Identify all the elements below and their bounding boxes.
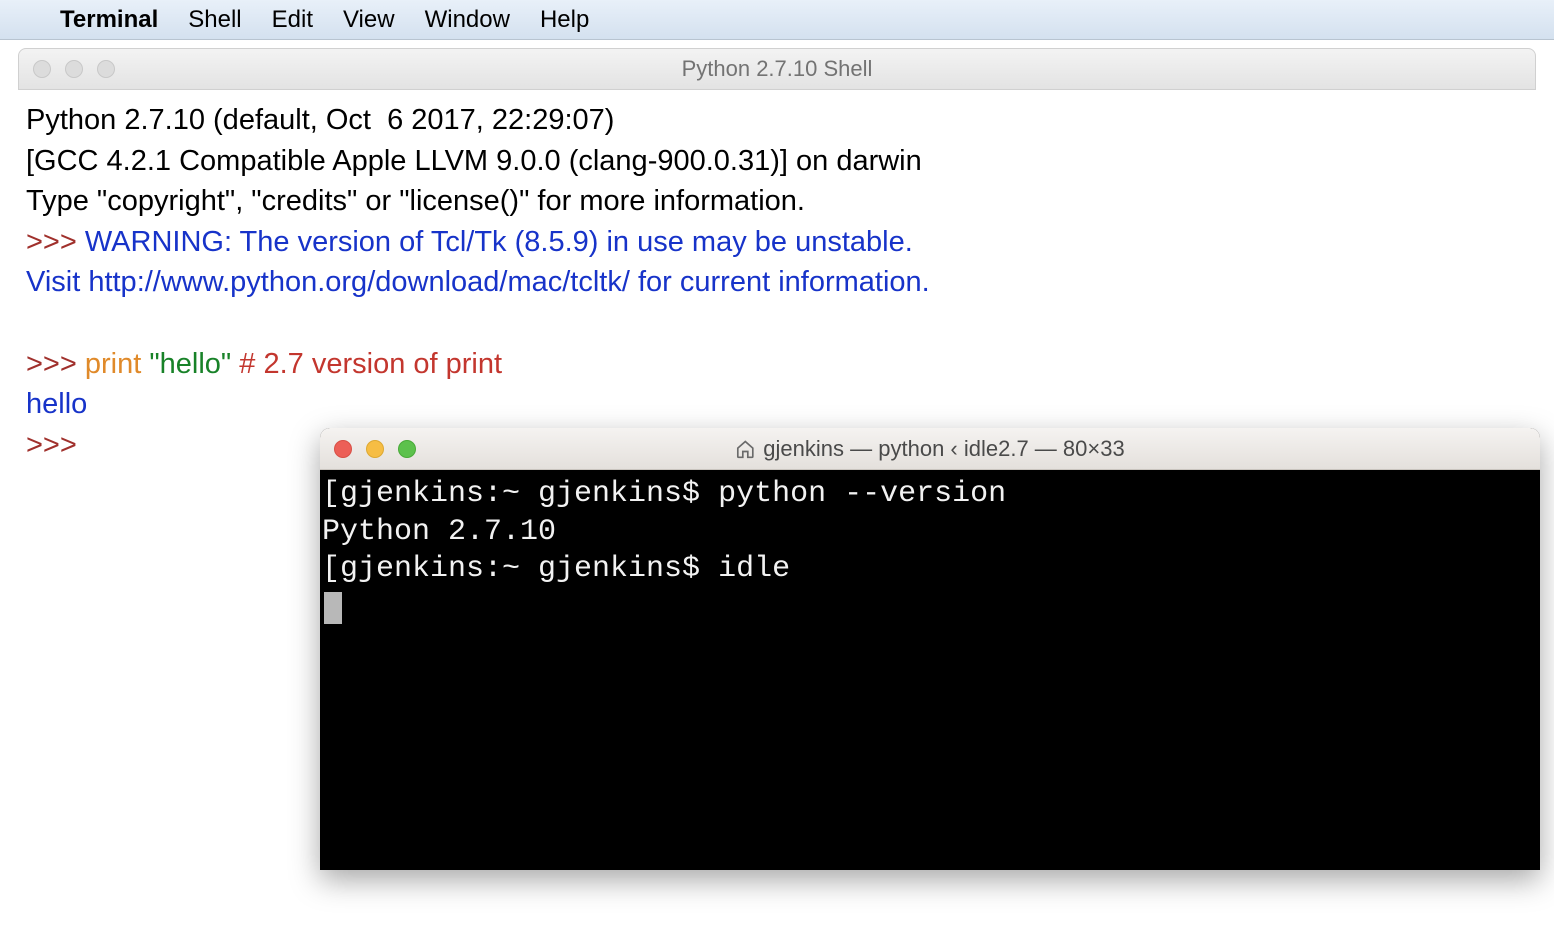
macos-menubar: Terminal Shell Edit View Window Help <box>0 0 1554 40</box>
idle-warning-line: Visit http://www.python.org/download/mac… <box>26 262 1528 303</box>
terminal-command: python --version <box>718 477 1006 511</box>
minimize-icon[interactable] <box>65 60 83 78</box>
idle-traffic-lights <box>19 60 115 78</box>
zoom-icon[interactable] <box>398 440 416 458</box>
terminal-title-wrap: gjenkins — python ‹ idle2.7 — 80×33 <box>735 436 1124 462</box>
terminal-line: [gjenkins:~ gjenkins$ idle <box>322 551 1538 589</box>
idle-titlebar[interactable]: Python 2.7.10 Shell <box>18 48 1536 90</box>
close-icon[interactable] <box>33 60 51 78</box>
idle-prompt: >>> <box>26 226 85 258</box>
idle-warning-line: >>> WARNING: The version of Tcl/Tk (8.5.… <box>26 222 1528 263</box>
close-icon[interactable] <box>334 440 352 458</box>
menu-edit[interactable]: Edit <box>272 6 313 34</box>
terminal-output-line: Python 2.7.10 <box>322 514 1538 552</box>
idle-warning-text: WARNING: The version of Tcl/Tk (8.5.9) i… <box>85 226 913 258</box>
idle-banner-line: [GCC 4.2.1 Compatible Apple LLVM 9.0.0 (… <box>26 141 1528 182</box>
zoom-icon[interactable] <box>97 60 115 78</box>
idle-comment: # 2.7 version of print <box>239 348 502 380</box>
idle-input-line: >>> print "hello" # 2.7 version of print <box>26 344 1528 385</box>
terminal-cursor-line <box>322 589 1538 627</box>
idle-string: "hello" <box>149 348 231 380</box>
terminal-titlebar[interactable]: gjenkins — python ‹ idle2.7 — 80×33 <box>320 428 1540 470</box>
idle-keyword: print <box>85 348 141 380</box>
idle-window: Python 2.7.10 Shell Python 2.7.10 (defau… <box>18 48 1536 475</box>
terminal-cursor-icon <box>324 592 342 624</box>
terminal-command: idle <box>718 552 790 586</box>
menu-window[interactable]: Window <box>425 6 510 34</box>
terminal-traffic-lights <box>320 440 416 458</box>
idle-window-title: Python 2.7.10 Shell <box>682 56 873 82</box>
terminal-prompt: [gjenkins:~ gjenkins$ <box>322 477 718 511</box>
terminal-line: [gjenkins:~ gjenkins$ python --version <box>322 476 1538 514</box>
menu-help[interactable]: Help <box>540 6 589 34</box>
idle-blank-line <box>26 303 1528 344</box>
menu-shell[interactable]: Shell <box>188 6 241 34</box>
menubar-app-name[interactable]: Terminal <box>60 6 158 34</box>
terminal-window-title: gjenkins — python ‹ idle2.7 — 80×33 <box>763 436 1124 462</box>
terminal-window: gjenkins — python ‹ idle2.7 — 80×33 [gje… <box>320 428 1540 870</box>
idle-banner-line: Type "copyright", "credits" or "license(… <box>26 181 1528 222</box>
idle-shell-content[interactable]: Python 2.7.10 (default, Oct 6 2017, 22:2… <box>18 90 1536 475</box>
home-icon <box>735 439 755 459</box>
minimize-icon[interactable] <box>366 440 384 458</box>
idle-prompt: >>> <box>26 348 85 380</box>
terminal-content[interactable]: [gjenkins:~ gjenkins$ python --version P… <box>320 470 1540 870</box>
idle-output-line: hello <box>26 384 1528 425</box>
terminal-prompt: [gjenkins:~ gjenkins$ <box>322 552 718 586</box>
idle-banner-line: Python 2.7.10 (default, Oct 6 2017, 22:2… <box>26 100 1528 141</box>
menu-view[interactable]: View <box>343 6 395 34</box>
idle-prompt: >>> <box>26 429 85 461</box>
